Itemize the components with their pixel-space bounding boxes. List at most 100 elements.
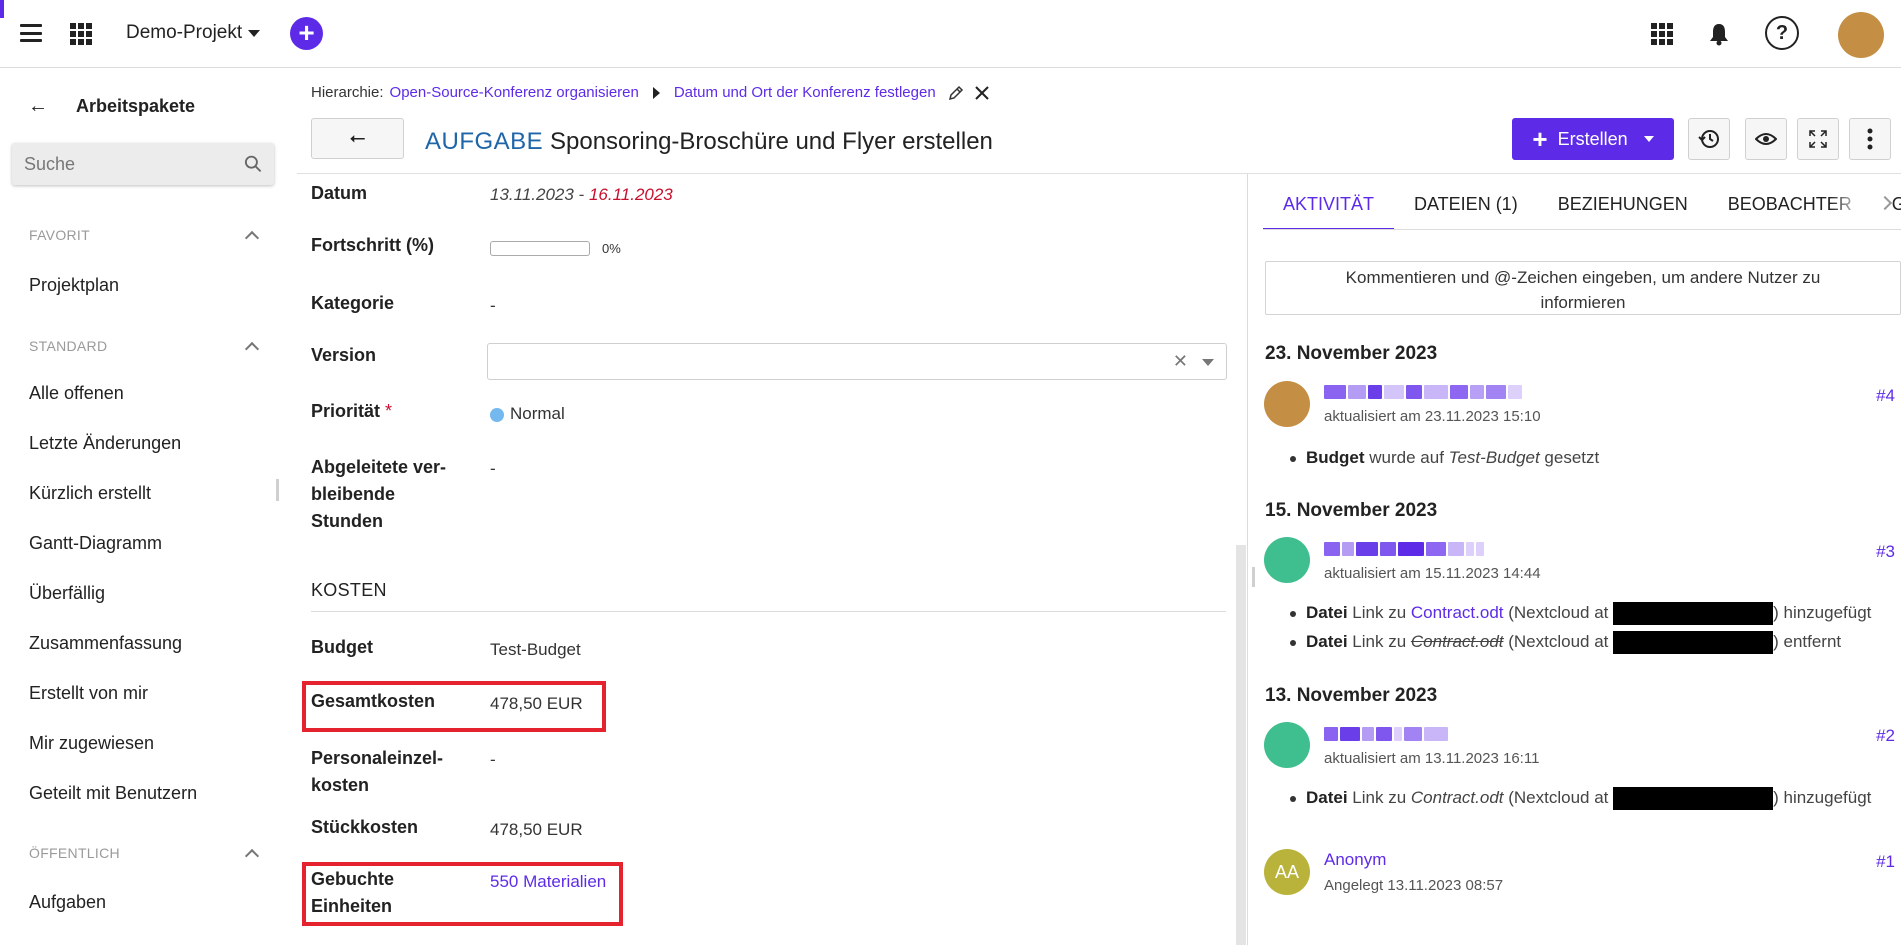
detail-scrollbar[interactable] xyxy=(1236,545,1246,945)
chevron-up-icon[interactable] xyxy=(244,341,260,357)
pane-divider xyxy=(1247,174,1248,945)
gebuchte-einheiten-link[interactable]: 550 Materialien xyxy=(490,872,606,892)
comment-placeholder-line: Kommentieren und @-Zeichen eingeben, um … xyxy=(1345,268,1821,287)
sidebar-item-letzte-aenderungen[interactable]: Letzte Änderungen xyxy=(29,433,181,454)
sidebar-resize-handle[interactable] xyxy=(276,479,279,501)
change-field: Datei xyxy=(1306,631,1348,651)
section-standard[interactable]: STANDARD xyxy=(29,338,261,357)
sidebar-item-projektplan[interactable]: Projektplan xyxy=(29,275,119,296)
clear-icon[interactable]: ✕ xyxy=(1173,351,1188,372)
section-oeffentlich[interactable]: ÖFFENTLICH xyxy=(29,845,261,864)
help-icon[interactable]: ? xyxy=(1765,16,1799,50)
create-label: Erstellen xyxy=(1557,128,1628,149)
plus-icon: + xyxy=(1532,124,1548,154)
change-text: ) hinzugefügt xyxy=(1773,602,1872,622)
activity-change: Datei Link zu Contract.odt (Nextcloud at… xyxy=(1290,787,1871,810)
tab-beziehungen[interactable]: BEZIEHUNGEN xyxy=(1538,184,1708,230)
kategorie-label: Kategorie xyxy=(311,293,395,313)
activity-number-link[interactable]: #1 xyxy=(1876,852,1895,872)
tab-bar: AKTIVITÄT DATEIEN (1) BEZIEHUNGEN BEOBAC… xyxy=(1263,184,1901,230)
quick-add-button[interactable]: + xyxy=(290,17,323,50)
section-favorit[interactable]: FAVORIT xyxy=(29,227,261,246)
search-icon[interactable] xyxy=(244,154,262,174)
dropdown-caret-icon[interactable] xyxy=(1202,359,1214,366)
sidebar-item-geteilt[interactable]: Geteilt mit Benutzern xyxy=(29,783,197,804)
sidebar-title: Arbeitspakete xyxy=(76,96,196,116)
expand-icon xyxy=(1809,130,1827,148)
bell-icon[interactable] xyxy=(1708,22,1730,46)
avatar[interactable] xyxy=(1264,381,1310,427)
redacted-block xyxy=(1613,631,1774,654)
breadcrumb-parent-link[interactable]: Open-Source-Konferenz organisieren xyxy=(390,84,639,101)
activity-date: 13. November 2023 xyxy=(1265,685,1438,706)
avatar[interactable] xyxy=(1264,722,1310,768)
top-bar: Demo-Projekt + ? xyxy=(0,0,1901,68)
label-line: Abgeleitete ver- xyxy=(311,457,447,477)
date-separator: - xyxy=(573,185,589,204)
pencil-icon[interactable] xyxy=(948,85,964,101)
watch-button[interactable] xyxy=(1745,118,1787,160)
user-name-redacted[interactable] xyxy=(1324,726,1448,742)
version-select[interactable]: ✕ xyxy=(487,343,1227,380)
project-selector[interactable]: Demo-Projekt xyxy=(126,22,261,44)
sidebar-item-erstellt-von-mir[interactable]: Erstellt von mir xyxy=(29,683,148,704)
activity-number-link[interactable]: #4 xyxy=(1876,386,1895,406)
user-name-redacted[interactable] xyxy=(1324,384,1522,400)
change-value: Test-Budget xyxy=(1448,448,1540,467)
change-field: Datei xyxy=(1306,787,1348,807)
pane-resize-handle[interactable] xyxy=(1252,567,1255,587)
prioritaet-value[interactable]: Normal xyxy=(490,404,565,424)
stueckkosten-label: Stückkosten xyxy=(311,817,419,837)
section-label: FAVORIT xyxy=(29,227,90,243)
history-button[interactable] xyxy=(1688,118,1730,160)
page-title[interactable]: Sponsoring-Broschüre und Flyer erstellen xyxy=(550,128,993,156)
menu-icon[interactable] xyxy=(20,24,42,42)
activity-date: 15. November 2023 xyxy=(1265,500,1438,521)
sidebar-item-mir-zugewiesen[interactable]: Mir zugewiesen xyxy=(29,733,154,754)
sidebar-item-kuerzlich-erstellt[interactable]: Kürzlich erstellt xyxy=(29,483,151,504)
sidebar-search[interactable] xyxy=(12,143,274,185)
label-line: Einheiten xyxy=(311,896,393,916)
tabs-divider xyxy=(1263,229,1901,230)
kebab-menu-icon xyxy=(1867,128,1873,150)
kategorie-value[interactable]: - xyxy=(490,296,496,316)
detail-pane: Datum 13.11.2023 - 16.11.2023 Fortschrit… xyxy=(297,174,1247,945)
apps-grid-icon[interactable] xyxy=(1651,23,1673,45)
budget-value[interactable]: Test-Budget xyxy=(490,640,581,660)
sidebar-item-aufgaben[interactable]: Aufgaben xyxy=(29,892,106,913)
user-avatar[interactable] xyxy=(1838,12,1884,58)
chevron-up-icon[interactable] xyxy=(244,230,260,246)
breadcrumb-current-link[interactable]: Datum und Ort der Konferenz festlegen xyxy=(674,84,936,101)
personaleinzelkosten-label: Personaleinzel- kosten xyxy=(311,745,443,799)
bullet xyxy=(1290,610,1296,617)
close-icon[interactable] xyxy=(974,85,990,101)
accent-mark xyxy=(0,0,4,18)
sidebar-item-alle-offenen[interactable]: Alle offenen xyxy=(29,383,124,404)
comment-input[interactable]: Kommentieren und @-Zeichen eingeben, um … xyxy=(1265,261,1901,315)
file-link[interactable]: Contract.odt xyxy=(1411,603,1504,622)
sidebar-item-gantt[interactable]: Gantt-Diagramm xyxy=(29,533,162,554)
back-button[interactable]: ⭠ xyxy=(311,118,404,159)
work-package-type: AUFGABE xyxy=(425,128,544,155)
change-text: (Nextcloud at xyxy=(1503,602,1614,622)
avatar[interactable] xyxy=(1264,537,1310,583)
user-name-link[interactable]: Anonym xyxy=(1324,850,1386,870)
search-input[interactable] xyxy=(24,153,244,175)
activity-number-link[interactable]: #3 xyxy=(1876,542,1895,562)
fullscreen-button[interactable] xyxy=(1797,118,1839,160)
fortschritt-value[interactable]: 0% xyxy=(490,238,621,258)
user-name-redacted[interactable] xyxy=(1324,541,1484,557)
activity-number-link[interactable]: #2 xyxy=(1876,726,1895,746)
modules-grid-icon[interactable] xyxy=(70,23,92,45)
create-button[interactable]: + Erstellen xyxy=(1512,118,1674,160)
sidebar-item-zusammenfassung[interactable]: Zusammenfassung xyxy=(29,633,182,654)
change-text: ) hinzugefügt xyxy=(1773,787,1872,807)
sidebar-item-ueberfaellig[interactable]: Überfällig xyxy=(29,583,105,604)
back-arrow-icon[interactable]: ← xyxy=(28,95,48,118)
more-button[interactable] xyxy=(1849,118,1891,160)
tab-dateien[interactable]: DATEIEN (1) xyxy=(1394,184,1538,230)
chevron-up-icon[interactable] xyxy=(244,848,260,864)
datum-value[interactable]: 13.11.2023 - 16.11.2023 xyxy=(490,185,673,205)
avatar[interactable]: AA xyxy=(1264,849,1310,895)
tab-aktivitaet[interactable]: AKTIVITÄT xyxy=(1263,184,1395,230)
